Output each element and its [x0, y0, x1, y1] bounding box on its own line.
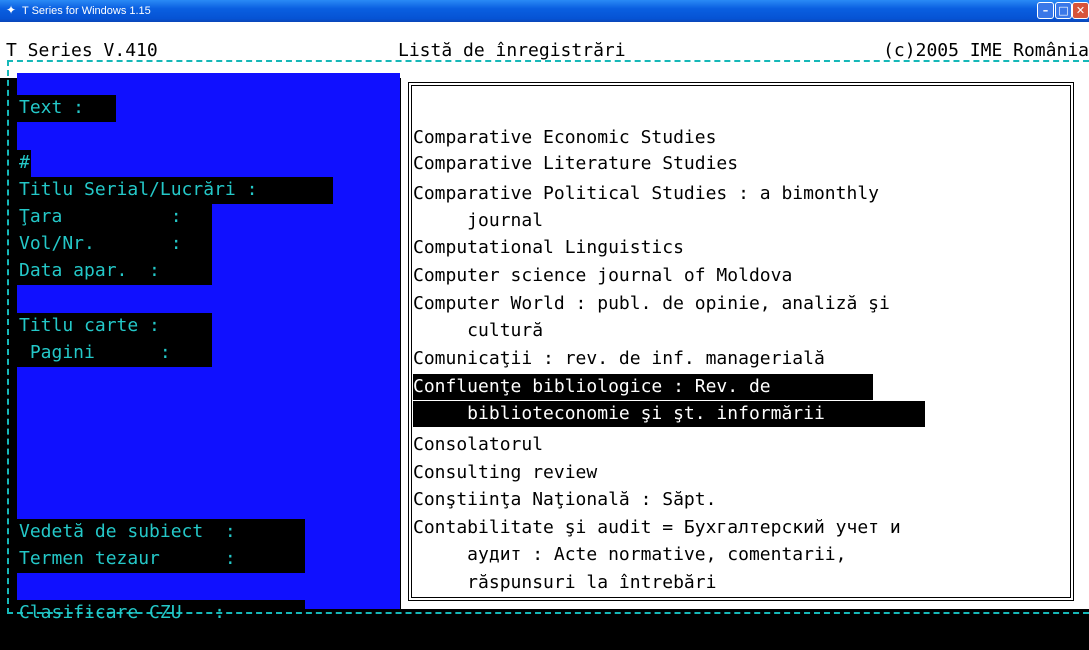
list-item[interactable]: Computer science journal of Moldova	[413, 263, 792, 289]
field-label-text[interactable]: Text :	[17, 95, 116, 122]
field-label-date[interactable]: Data apar. :	[17, 258, 212, 285]
field-label-hash[interactable]: #	[17, 150, 31, 177]
list-item[interactable]: Consolatorul	[413, 432, 543, 458]
minimize-button[interactable]: –	[1037, 2, 1054, 19]
field-label-volume[interactable]: Vol/Nr. :	[17, 231, 212, 258]
minimize-icon: –	[1042, 4, 1049, 17]
list-item[interactable]: Consulting review	[413, 460, 597, 486]
list-item[interactable]: Conştiinţa Naţională : Săpt.	[413, 487, 716, 513]
search-panel: Text : # Titlu Serial/Lucrări : Ţara : V…	[17, 73, 400, 623]
field-label-czu[interactable]: Clasificare CZU :	[17, 600, 305, 623]
list-item[interactable]: Comparative Literature Studies	[413, 151, 738, 177]
list-item[interactable]: Computer World : publ. de opinie, analiz…	[413, 291, 890, 317]
list-item[interactable]: răspunsuri la întrebări	[413, 570, 716, 596]
close-icon: ✕	[1075, 4, 1086, 17]
list-item[interactable]: Contabilitate şi audit = Бухгалтерский у…	[413, 515, 901, 541]
list-item[interactable]: journal	[413, 208, 543, 234]
app-icon: ✦	[5, 3, 17, 17]
field-label-book-title[interactable]: Titlu carte :	[17, 313, 212, 340]
maximize-icon: □	[1058, 4, 1069, 17]
list-item[interactable]: Comunicaţii : rev. de inf. managerială	[413, 346, 825, 372]
app-window: ✦ T Series for Windows 1.15 – □ ✕ T Seri…	[0, 0, 1089, 650]
maximize-button[interactable]: □	[1055, 2, 1072, 19]
field-label-pages[interactable]: Pagini :	[17, 340, 212, 367]
field-label-subject-heading[interactable]: Vedetă de subiect :	[17, 519, 305, 546]
list-item[interactable]: cultură	[413, 318, 543, 344]
list-item[interactable]: Comparative Economic Studies	[413, 125, 716, 151]
list-item-selected[interactable]: Confluenţe bibliologice : Rev. de	[413, 374, 873, 400]
list-item[interactable]: аудит : Acte normative, comentarii,	[413, 542, 846, 568]
screen-title: Listă de înregistrări	[398, 40, 626, 61]
list-item[interactable]: Comparative Political Studies : a bimont…	[413, 181, 879, 207]
list-item[interactable]: Computational Linguistics	[413, 235, 684, 261]
copyright: (c)2005 IME România	[883, 40, 1089, 61]
title-bar[interactable]: ✦ T Series for Windows 1.15 – □ ✕	[0, 0, 1089, 22]
app-version: T Series V.410	[6, 40, 158, 61]
field-label-thesaurus-term[interactable]: Termen tezaur :	[17, 546, 305, 573]
close-button[interactable]: ✕	[1072, 2, 1089, 19]
list-item-selected[interactable]: biblioteconomie şi şt. informării	[413, 401, 925, 427]
field-label-country[interactable]: Ţara :	[17, 204, 212, 231]
window-title: T Series for Windows 1.15	[22, 5, 151, 17]
field-label-serial-title[interactable]: Titlu Serial/Lucrări :	[17, 177, 333, 204]
